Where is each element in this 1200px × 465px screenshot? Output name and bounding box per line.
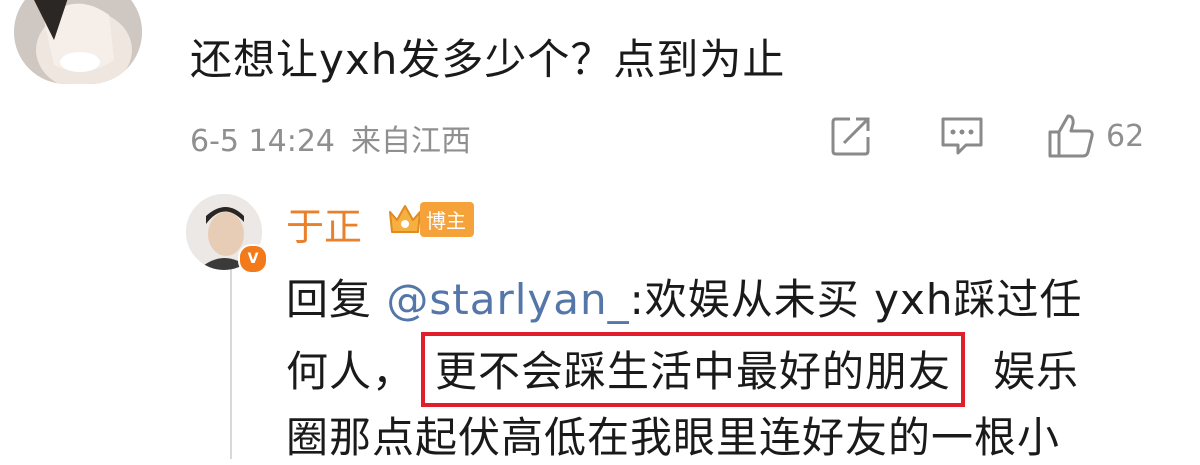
like-button[interactable]: 62 [1046, 112, 1144, 160]
reply-text-part: :欢娱从未买 yxh踩过任 [629, 275, 1083, 324]
reply-text-part: 娱乐 [993, 347, 1080, 396]
reply-text-line-2: 何人， 更不会踩生活中最好的朋友 娱乐 [286, 332, 1079, 407]
highlighted-phrase: 更不会踩生活中最好的朋友 [421, 332, 966, 407]
reply-text-part: 何人， [286, 347, 416, 396]
reply-prefix: 回复 [286, 275, 387, 324]
comment-button[interactable] [938, 112, 986, 160]
comment-meta: 6-5 14:24 来自江西 [190, 116, 471, 160]
avatar-image [14, 0, 142, 84]
reply-text-line-1: 回复 @starlyan_:欢娱从未买 yxh踩过任 [286, 266, 1082, 327]
mention-link[interactable]: @starlyan_ [386, 275, 629, 324]
comment-text: 还想让yxh发多少个？点到为止 [190, 35, 786, 84]
reply-text-line-3: 圈那点起伏高低在我眼里连好友的一根小 [286, 413, 1061, 462]
blogger-badge-label: 博主 [420, 201, 474, 237]
reply-thread-line [230, 268, 232, 459]
reply-username[interactable]: 于正 [286, 196, 362, 251]
share-button[interactable] [828, 112, 874, 160]
verified-icon: V [238, 244, 268, 274]
like-count: 62 [1106, 118, 1145, 154]
blogger-badge: 博主 [384, 198, 474, 240]
share-icon [831, 117, 870, 156]
like-icon [1048, 114, 1094, 158]
comment-date: 6-5 14:24 [190, 124, 335, 159]
commenter-avatar[interactable] [14, 0, 142, 84]
comment-icon [941, 117, 983, 155]
comment-location: 来自江西 [351, 124, 471, 159]
